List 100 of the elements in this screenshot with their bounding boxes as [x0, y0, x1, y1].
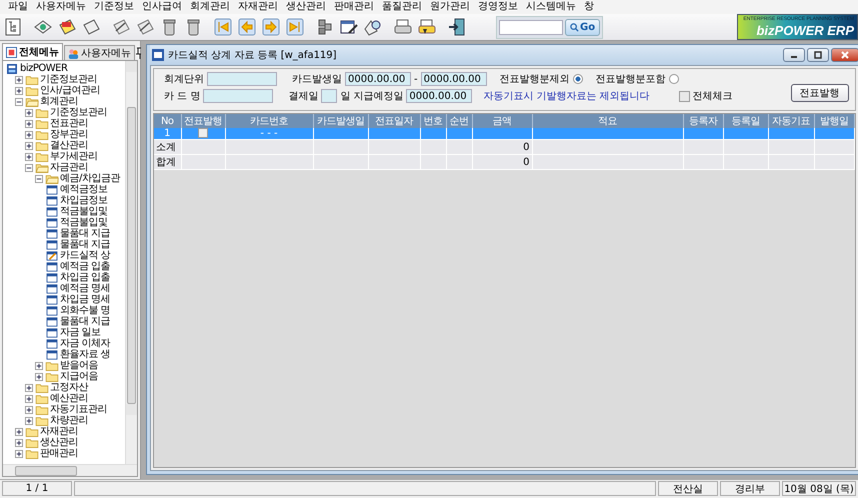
minimize-button[interactable]: [782, 48, 804, 62]
tree-folder[interactable]: 장부관리: [50, 129, 88, 140]
expand-icon[interactable]: [15, 438, 23, 446]
expand-icon[interactable]: [25, 108, 33, 116]
tree-folder[interactable]: 생산관리: [40, 437, 78, 448]
previous-record-icon[interactable]: [237, 17, 257, 37]
menu-item[interactable]: 품질관리: [378, 0, 426, 14]
menu-item[interactable]: 원가관리: [426, 0, 474, 14]
tree-folder[interactable]: 고정자산: [50, 382, 88, 393]
menu-item[interactable]: 시스템메뉴: [522, 0, 580, 14]
go-button[interactable]: Go: [565, 18, 600, 36]
tree-folder[interactable]: 예금/차입금관: [60, 173, 120, 184]
tree-item[interactable]: 카드실적 상: [60, 250, 110, 261]
menu-item[interactable]: 경영정보: [474, 0, 522, 14]
last-record-icon[interactable]: [285, 17, 305, 37]
tree-item[interactable]: 적금불입및: [60, 206, 108, 217]
menu-item[interactable]: 파일: [4, 0, 32, 14]
menu-item[interactable]: 기준정보: [90, 0, 138, 14]
expand-icon[interactable]: [25, 384, 33, 392]
input-field[interactable]: 0000.00.00: [420, 72, 487, 86]
input-field[interactable]: 0000.00.00: [345, 72, 411, 86]
radio-button[interactable]: [668, 74, 679, 84]
input-field[interactable]: [203, 89, 274, 103]
radio-button[interactable]: [572, 74, 583, 84]
collapse-icon[interactable]: [25, 164, 33, 172]
scroll-thumb[interactable]: [15, 466, 77, 476]
sidebar-tab[interactable]: 사용자메뉴: [64, 45, 135, 60]
tree-folder[interactable]: 지급어음: [60, 371, 98, 382]
expand-icon[interactable]: [25, 120, 33, 128]
menu-item[interactable]: 생산관리: [282, 0, 330, 14]
tree-item[interactable]: 예적금 입출: [60, 261, 110, 272]
menu-item[interactable]: 사용자메뉴: [32, 0, 90, 14]
maximize-icon[interactable]: [812, 51, 822, 59]
new-document-icon[interactable]: [57, 17, 77, 37]
menu-item[interactable]: 자재관리: [234, 0, 282, 14]
tree-folder[interactable]: 결산관리: [50, 140, 88, 151]
tree-folder[interactable]: 부가세관리: [50, 151, 98, 162]
tree-folder[interactable]: 예산관리: [50, 393, 88, 404]
close-button[interactable]: [830, 48, 858, 62]
tree-folder[interactable]: 자금관리: [50, 162, 88, 173]
tree-item[interactable]: 차입금정보: [60, 195, 108, 206]
input-field[interactable]: [207, 72, 277, 86]
tree-folder[interactable]: 기준정보관리: [50, 107, 107, 118]
close-icon[interactable]: [840, 51, 850, 59]
tree-folder[interactable]: bizPOWER: [20, 63, 68, 74]
collapse-icon[interactable]: [15, 98, 23, 106]
tree-folder[interactable]: 받을어음: [60, 360, 98, 371]
search-field[interactable]: [499, 20, 563, 34]
menu-item[interactable]: 인사급여: [138, 0, 186, 14]
tree-item[interactable]: 환율자료 생: [60, 349, 110, 360]
search-icon[interactable]: [570, 22, 579, 32]
menu-item[interactable]: 회계관리: [186, 0, 234, 14]
tree-item[interactable]: 적금불입및: [60, 217, 108, 228]
tree-item[interactable]: 자금 이체자: [60, 338, 110, 349]
edit-icon[interactable]: [111, 17, 131, 37]
tree-folder[interactable]: 자재관리: [40, 426, 78, 437]
tree-item[interactable]: 차입금 입출: [60, 272, 110, 283]
tree-folder[interactable]: 차량관리: [50, 415, 88, 426]
tree-folder[interactable]: 회계관리: [40, 96, 78, 107]
expand-icon[interactable]: [25, 416, 33, 424]
input-field[interactable]: [321, 89, 338, 103]
tree-item[interactable]: 예적금 명세: [60, 283, 110, 294]
edit-icon[interactable]: [135, 17, 155, 37]
first-record-icon[interactable]: [213, 17, 233, 37]
scroll-thumb[interactable]: [127, 107, 136, 404]
tree-item[interactable]: 물품대 지급: [60, 228, 110, 239]
tree-folder[interactable]: 자동기표관리: [50, 404, 107, 415]
tree-item[interactable]: 예적금정보: [60, 184, 108, 195]
checkbox[interactable]: [198, 128, 208, 138]
tree-folder[interactable]: 기준정보관리: [40, 74, 97, 85]
tree-folder[interactable]: 인사/급여관리: [40, 85, 100, 96]
document-icon[interactable]: [81, 17, 101, 37]
issue-button[interactable]: 전표발행: [790, 84, 848, 102]
maximize-button[interactable]: [806, 48, 828, 62]
checkbox[interactable]: [678, 90, 690, 102]
expand-icon[interactable]: [15, 86, 23, 94]
table-row[interactable]: 소계 0: [154, 140, 854, 154]
tree-folder[interactable]: 판매관리: [40, 448, 78, 459]
users-icon[interactable]: [68, 48, 79, 58]
collapse-icon[interactable]: [35, 174, 43, 182]
vertical-scrollbar[interactable]: [125, 61, 137, 464]
tree-item[interactable]: 외화수불 명: [60, 305, 110, 316]
expand-icon[interactable]: [15, 450, 23, 458]
exit-icon[interactable]: [447, 17, 467, 37]
menu-item[interactable]: 판매관리: [330, 0, 378, 14]
expand-icon[interactable]: [15, 76, 23, 84]
expand-icon[interactable]: [25, 394, 33, 402]
table-row[interactable]: 합계 0: [154, 154, 854, 170]
tree-item[interactable]: 차입금 명세: [60, 294, 110, 305]
menu-icon[interactable]: [6, 46, 17, 58]
expand-icon[interactable]: [25, 406, 33, 414]
next-record-icon[interactable]: [261, 17, 281, 37]
tree-item[interactable]: 자금 일보: [60, 327, 101, 338]
expand-icon[interactable]: [35, 372, 43, 380]
input-field[interactable]: 0000.00.00: [406, 89, 472, 103]
horizontal-scrollbar[interactable]: [3, 464, 137, 476]
tree-icon[interactable]: [3, 17, 23, 37]
expand-icon[interactable]: [35, 362, 43, 370]
expand-icon[interactable]: [25, 130, 33, 138]
tree-item[interactable]: 물품대 지급: [60, 316, 110, 327]
